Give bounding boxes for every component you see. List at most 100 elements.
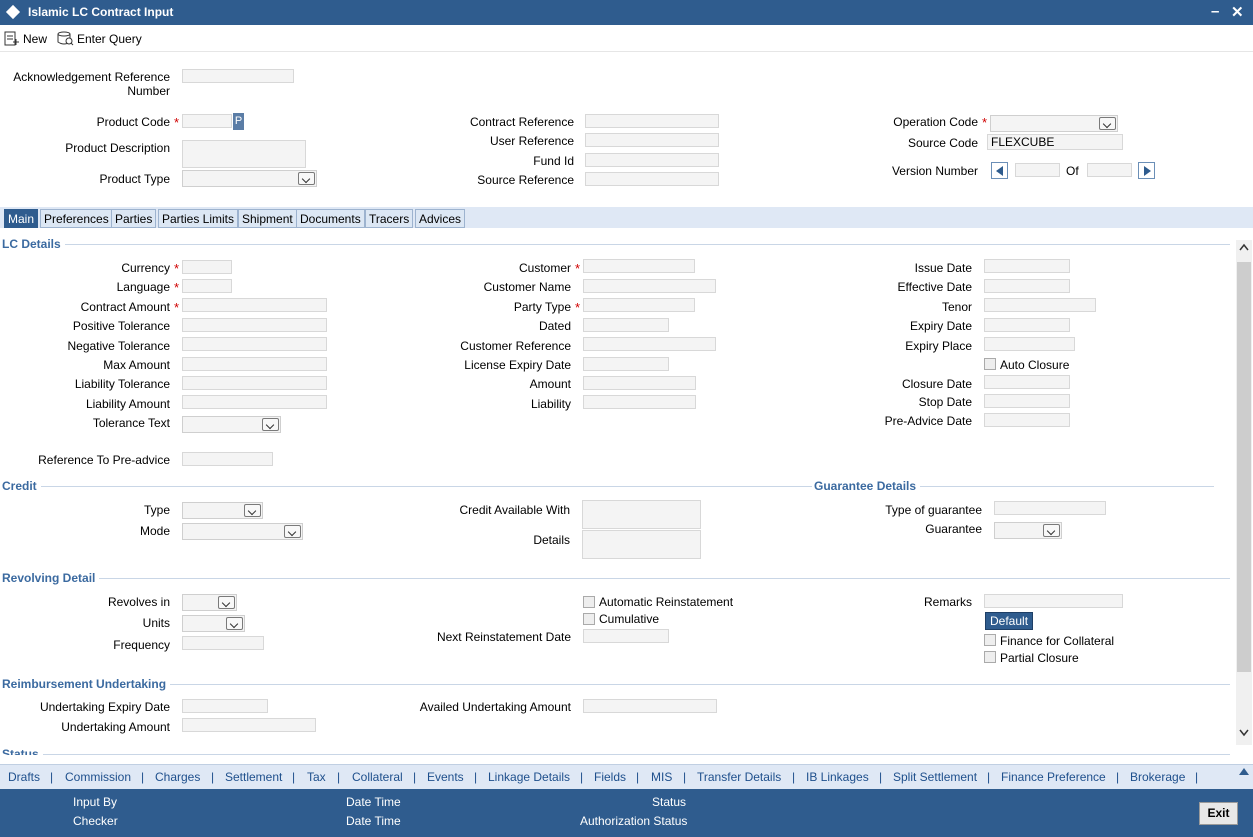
subsystem-transfer-details[interactable]: Transfer Details <box>697 770 781 784</box>
ack-ref-field[interactable] <box>182 69 294 83</box>
contract-amount-field[interactable] <box>182 298 327 312</box>
availed-undertaking-amount-field[interactable] <box>583 699 717 713</box>
closure-date-field[interactable] <box>984 375 1070 389</box>
tab-parties[interactable]: Parties <box>111 209 157 228</box>
expiry-date-field[interactable] <box>984 318 1070 332</box>
credit-details-field[interactable] <box>582 530 701 559</box>
ack-ref-label: Acknowledgement Reference Number <box>10 70 170 98</box>
tab-tracers[interactable]: Tracers <box>365 209 414 228</box>
scrollbar-thumb[interactable] <box>1237 262 1251 672</box>
subsystem-linkage-details[interactable]: Linkage Details <box>488 770 570 784</box>
exit-button[interactable]: Exit <box>1199 802 1238 825</box>
scroll-up-icon[interactable] <box>1238 242 1250 254</box>
amount-field[interactable] <box>583 376 696 390</box>
liability-tolerance-field[interactable] <box>182 376 327 390</box>
close-icon[interactable]: ✕ <box>1231 3 1244 21</box>
party-type-field[interactable] <box>583 298 695 312</box>
ref-pre-advice-field[interactable] <box>182 452 273 466</box>
user-reference-field[interactable] <box>585 133 719 147</box>
next-reinstatement-date-field[interactable] <box>583 629 669 643</box>
language-field[interactable] <box>182 279 232 293</box>
effective-date-field[interactable] <box>984 279 1070 293</box>
tab-documents[interactable]: Documents <box>296 209 365 228</box>
liability-field[interactable] <box>583 395 696 409</box>
subsystem-ib-linkages[interactable]: IB Linkages <box>806 770 869 784</box>
license-expiry-date-field[interactable] <box>583 357 669 371</box>
contract-reference-label: Contract Reference <box>469 115 574 129</box>
product-lov-button[interactable]: P <box>233 113 244 130</box>
operation-code-select[interactable] <box>990 115 1118 132</box>
next-version-button[interactable] <box>1138 162 1155 179</box>
contract-reference-field[interactable] <box>585 114 719 128</box>
subsystem-drafts[interactable]: Drafts <box>8 770 40 784</box>
partial-closure-checkbox[interactable] <box>984 651 996 663</box>
credit-mode-select[interactable] <box>182 523 303 540</box>
guarantee-select[interactable] <box>994 522 1062 539</box>
subsystem-fields[interactable]: Fields <box>594 770 626 784</box>
subsystem-collateral[interactable]: Collateral <box>352 770 403 784</box>
new-button[interactable]: New <box>4 31 47 46</box>
tab-main[interactable]: Main <box>4 209 39 228</box>
revolves-in-select[interactable] <box>182 594 237 611</box>
version-number-field[interactable] <box>1015 163 1060 177</box>
product-description-field[interactable] <box>182 140 306 168</box>
subsystem-commission[interactable]: Commission <box>65 770 131 784</box>
subsystem-finance-preference[interactable]: Finance Preference <box>1001 770 1106 784</box>
cumulative-checkbox[interactable] <box>583 613 595 625</box>
minimize-icon[interactable]: – <box>1211 3 1219 20</box>
currency-field[interactable] <box>182 260 232 274</box>
undertaking-expiry-date-field[interactable] <box>182 699 268 713</box>
subsystem-events[interactable]: Events <box>427 770 464 784</box>
auto-closure-checkbox[interactable] <box>984 358 996 370</box>
remarks-field[interactable] <box>984 594 1123 608</box>
scroll-down-icon[interactable] <box>1238 727 1250 739</box>
tenor-field[interactable] <box>984 298 1096 312</box>
subsystem-mis[interactable]: MIS <box>651 770 672 784</box>
customer-field[interactable] <box>583 259 695 273</box>
expiry-place-field[interactable] <box>984 337 1075 351</box>
subsystem-charges[interactable]: Charges <box>155 770 200 784</box>
subsystem-settlement[interactable]: Settlement <box>225 770 282 784</box>
customer-name-field[interactable] <box>583 279 716 293</box>
revolving-detail-heading: Revolving Detail <box>2 571 100 585</box>
dated-field[interactable] <box>583 318 669 332</box>
previous-version-button[interactable] <box>991 162 1008 179</box>
tab-parties-limits[interactable]: Parties Limits <box>158 209 239 228</box>
pre-advice-date-field[interactable] <box>984 413 1070 427</box>
tab-shipment[interactable]: Shipment <box>238 209 297 228</box>
frequency-field[interactable] <box>182 636 264 650</box>
subsystem-split-settlement[interactable]: Split Settlement <box>893 770 977 784</box>
credit-available-with-field[interactable] <box>582 500 701 529</box>
max-amount-field[interactable] <box>182 357 327 371</box>
tolerance-text-select[interactable] <box>182 416 281 433</box>
source-code-field[interactable]: FLEXCUBE <box>987 134 1123 150</box>
product-type-select[interactable] <box>182 170 317 187</box>
fund-id-field[interactable] <box>585 153 719 167</box>
source-reference-field[interactable] <box>585 172 719 186</box>
subsystem-brokerage[interactable]: Brokerage <box>1130 770 1185 784</box>
negative-tolerance-field[interactable] <box>182 337 327 351</box>
units-select[interactable] <box>182 615 245 632</box>
checker-date-time-label: Date Time <box>346 814 401 828</box>
automatic-reinstatement-checkbox[interactable] <box>583 596 595 608</box>
positive-tolerance-field[interactable] <box>182 318 327 332</box>
subsystem-tax[interactable]: Tax <box>307 770 326 784</box>
customer-reference-field[interactable] <box>583 337 716 351</box>
customer-label: Customer <box>518 261 571 275</box>
enter-query-button[interactable]: Enter Query <box>57 31 142 46</box>
version-total-field[interactable] <box>1087 163 1132 177</box>
separator: | <box>636 770 640 784</box>
subsystem-scroll-up-icon[interactable] <box>1238 766 1250 776</box>
issue-date-field[interactable] <box>984 259 1070 273</box>
undertaking-expiry-date-label: Undertaking Expiry Date <box>39 700 170 714</box>
stop-date-field[interactable] <box>984 394 1070 408</box>
tab-advices[interactable]: Advices <box>415 209 466 228</box>
undertaking-amount-field[interactable] <box>182 718 316 732</box>
type-of-guarantee-field[interactable] <box>994 501 1106 515</box>
product-code-field[interactable] <box>182 114 232 128</box>
tab-preferences[interactable]: Preferences <box>40 209 113 228</box>
credit-type-select[interactable] <box>182 502 263 519</box>
finance-for-collateral-checkbox[interactable] <box>984 634 996 646</box>
liability-amount-field[interactable] <box>182 395 327 409</box>
default-button[interactable]: Default <box>985 612 1034 630</box>
